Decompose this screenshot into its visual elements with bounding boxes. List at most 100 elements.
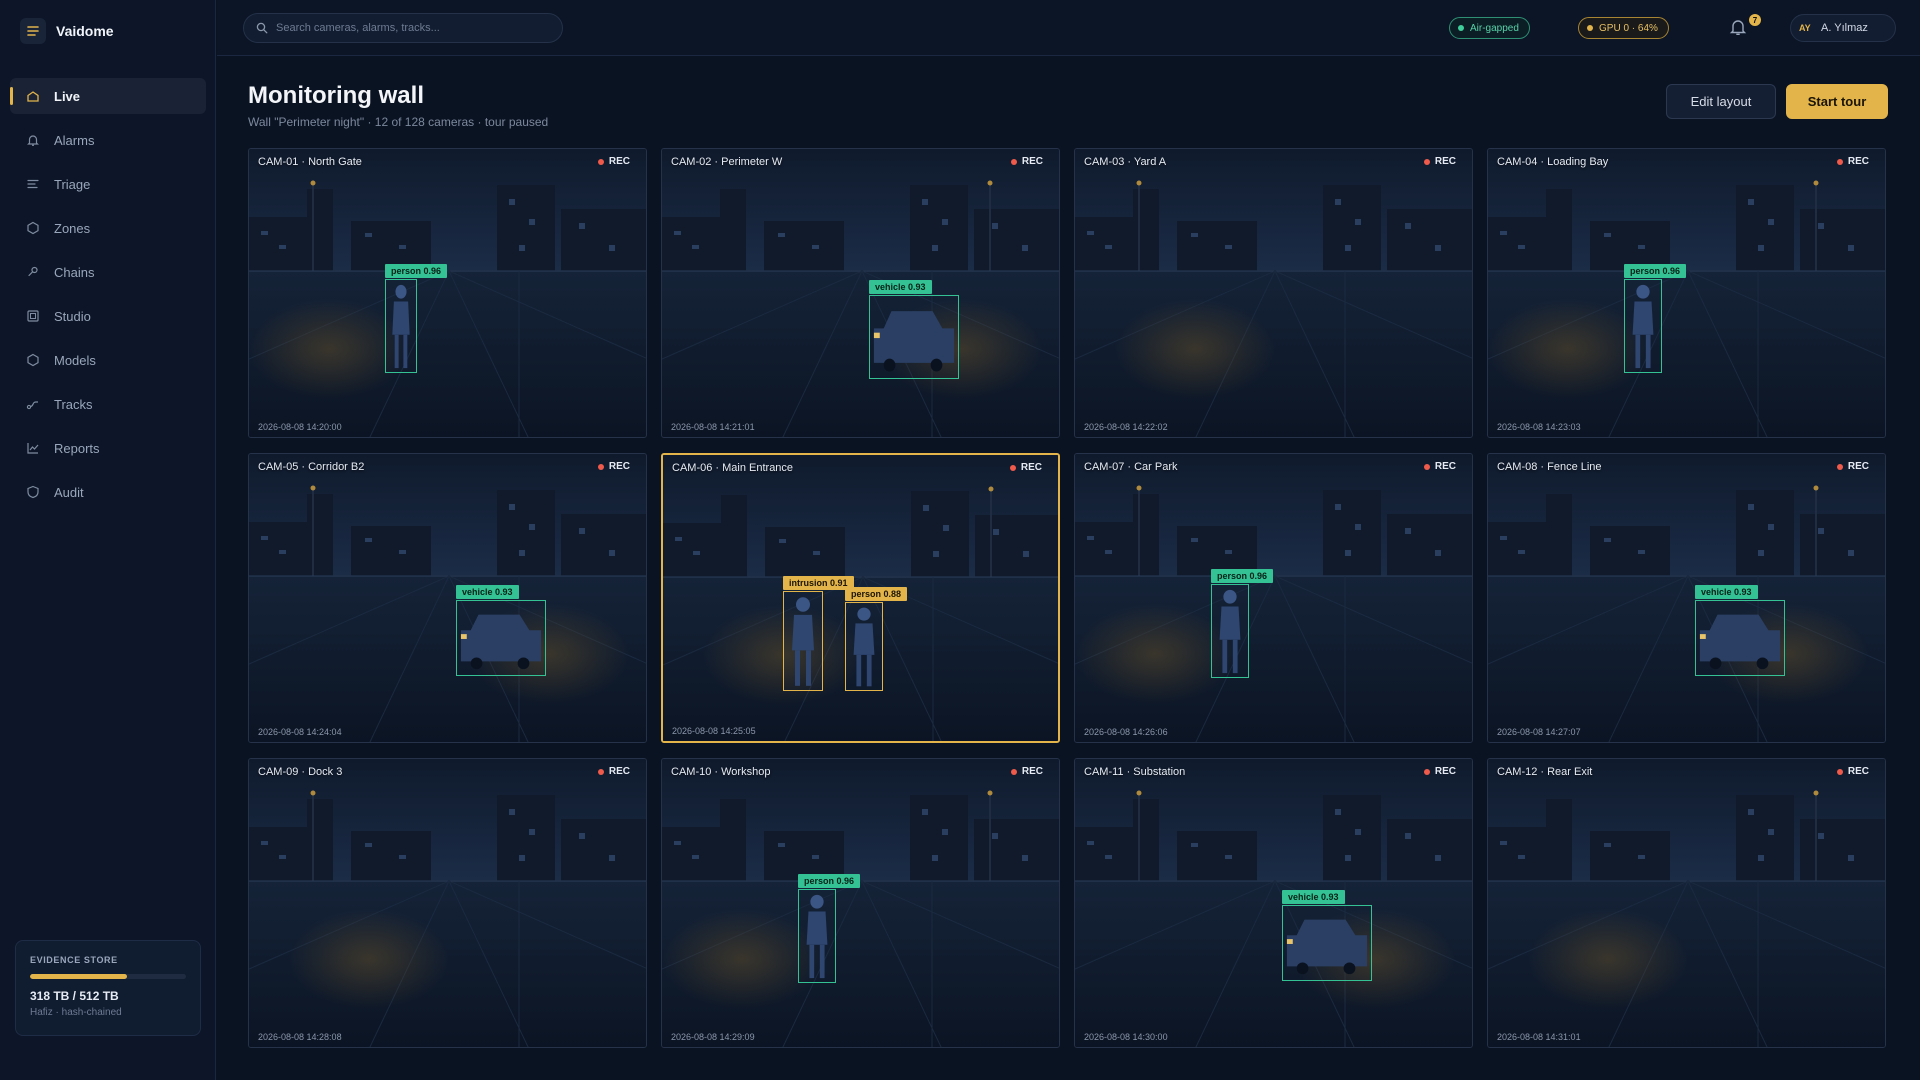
brand: Vaidome <box>20 18 114 44</box>
page-subtitle: Wall "Perimeter night" · 12 of 128 camer… <box>248 115 549 129</box>
person-detection-box[interactable]: intrusion 0.91 <box>783 576 854 691</box>
vehicle-detection-box[interactable]: vehicle 0.93 <box>1695 585 1785 676</box>
sidebar-item-models[interactable]: Models <box>10 342 206 378</box>
camera-tile[interactable]: CAM-11 · Substation REC 2026-08-08 14:30… <box>1074 758 1473 1048</box>
camera-tile[interactable]: CAM-12 · Rear Exit REC 2026-08-08 14:31:… <box>1487 758 1886 1048</box>
person-detection-box[interactable]: person 0.88 <box>845 587 908 691</box>
vehicle-detection-box[interactable]: vehicle 0.93 <box>1282 890 1372 981</box>
person-detection-box[interactable]: person 0.96 <box>1624 264 1687 373</box>
camera-label: CAM-05 · Corridor B2 <box>258 461 365 473</box>
camera-tile[interactable]: CAM-06 · Main Entrance REC 2026-08-08 14… <box>661 453 1060 743</box>
person-silhouette <box>1219 589 1241 674</box>
camera-timestamp: 2026-08-08 14:25:05 <box>672 726 756 736</box>
camera-tile[interactable]: CAM-01 · North Gate REC 2026-08-08 14:20… <box>248 148 647 438</box>
notifications-bell-icon[interactable] <box>1728 17 1748 37</box>
rec-dot <box>1010 158 1017 165</box>
app-name: Vaidome <box>56 23 114 39</box>
hexagon-icon <box>27 221 39 235</box>
camera-tile[interactable]: CAM-10 · Workshop REC 2026-08-08 14:29:0… <box>661 758 1060 1048</box>
air-gapped-badge: Air-gapped <box>1449 17 1530 39</box>
sidebar-item-tracks[interactable]: Tracks <box>10 386 206 422</box>
sidebar-item-audit[interactable]: Audit <box>10 474 206 510</box>
evidence-size: 318 TB / 512 TB <box>30 989 119 1003</box>
detection-tag: vehicle 0.93 <box>1695 585 1758 599</box>
camera-tile[interactable]: CAM-04 · Loading Bay REC 2026-08-08 14:2… <box>1487 148 1886 438</box>
rec-label: REC <box>608 156 630 167</box>
rec-label: REC <box>1434 156 1456 167</box>
vehicle-silhouette <box>460 614 542 670</box>
camera-feed <box>249 149 646 437</box>
sidebar-item-live[interactable]: Live <box>10 78 206 114</box>
sidebar-item-chains[interactable]: Chains <box>10 254 206 290</box>
evidence-title: EVIDENCE STORE <box>30 955 118 965</box>
camera-label: CAM-12 · Rear Exit <box>1497 766 1593 778</box>
sidebar-item-zones[interactable]: Zones <box>10 210 206 246</box>
camera-tile[interactable]: CAM-09 · Dock 3 REC 2026-08-08 14:28:08 <box>248 758 647 1048</box>
studio-icon <box>27 310 39 322</box>
search-box[interactable] <box>243 13 563 43</box>
detection-tag: vehicle 0.93 <box>1282 890 1345 904</box>
person-silhouette <box>1632 284 1654 369</box>
rec-label: REC <box>1021 156 1043 167</box>
rec-label: REC <box>608 766 630 777</box>
sidebar-item-alarms[interactable]: Alarms <box>10 122 206 158</box>
camera-label: CAM-11 · Substation <box>1084 766 1186 778</box>
rec-dot <box>1423 158 1430 165</box>
page-title: Monitoring wall <box>248 82 424 109</box>
search-input[interactable] <box>276 22 546 34</box>
camera-feed <box>1075 454 1472 742</box>
vehicle-silhouette <box>873 311 955 372</box>
camera-feed <box>249 454 646 742</box>
camera-label: CAM-09 · Dock 3 <box>258 766 343 778</box>
sidebar-item-label: Zones <box>54 220 91 236</box>
camera-label: CAM-10 · Workshop <box>671 766 771 778</box>
camera-timestamp: 2026-08-08 14:27:07 <box>1497 727 1581 737</box>
camera-tile[interactable]: CAM-08 · Fence Line REC 2026-08-08 14:27… <box>1487 453 1886 743</box>
person-detection-box[interactable]: person 0.96 <box>1211 569 1274 678</box>
person-detection-box[interactable]: person 0.96 <box>385 264 448 373</box>
sidebar-item-label: Triage <box>54 176 91 192</box>
camera-grid: CAM-01 · North Gate REC 2026-08-08 14:20… <box>248 148 1888 1048</box>
rec-label: REC <box>1434 461 1456 472</box>
rec-dot <box>1010 768 1017 775</box>
camera-label: CAM-02 · Perimeter W <box>671 156 783 168</box>
camera-timestamp: 2026-08-08 14:21:01 <box>671 422 755 432</box>
sidebar-item-label: Studio <box>54 308 91 324</box>
vehicle-silhouette <box>1286 919 1368 975</box>
rec-indicator: REC <box>1836 766 1869 777</box>
vehicle-detection-box[interactable]: vehicle 0.93 <box>869 280 959 379</box>
rec-label: REC <box>1847 461 1869 472</box>
air-gapped-label: Air-gapped <box>1470 22 1519 34</box>
home-icon <box>27 91 39 102</box>
user-menu[interactable]: AY A. Yılmaz <box>1790 14 1896 42</box>
camera-tile[interactable]: CAM-03 · Yard A REC 2026-08-08 14:22:02 <box>1074 148 1473 438</box>
rec-label: REC <box>1021 766 1043 777</box>
edit-layout-button[interactable]: Edit layout <box>1666 84 1776 119</box>
vehicle-detection-box[interactable]: vehicle 0.93 <box>456 585 546 676</box>
camera-label: CAM-03 · Yard A <box>1084 156 1167 168</box>
chart-icon <box>27 443 39 454</box>
menu-icon[interactable] <box>20 18 46 44</box>
sidebar-item-label: Models <box>54 352 96 368</box>
camera-tile[interactable]: CAM-07 · Car Park REC 2026-08-08 14:26:0… <box>1074 453 1473 743</box>
sidebar-item-reports[interactable]: Reports <box>10 430 206 466</box>
sidebar-item-label: Tracks <box>54 396 93 412</box>
person-detection-box[interactable]: person 0.96 <box>798 874 861 983</box>
camera-label: CAM-06 · Main Entrance <box>672 462 794 474</box>
detection-tag: vehicle 0.93 <box>456 585 519 599</box>
camera-tile[interactable]: CAM-05 · Corridor B2 REC 2026-08-08 14:2… <box>248 453 647 743</box>
rec-indicator: REC <box>597 766 630 777</box>
topbar: Air-gapped GPU 0 · 64% 7 AY A. Yılmaz <box>217 0 1920 56</box>
camera-label: CAM-07 · Car Park <box>1084 461 1178 473</box>
camera-tile[interactable]: CAM-02 · Perimeter W REC 2026-08-08 14:2… <box>661 148 1060 438</box>
camera-timestamp: 2026-08-08 14:31:01 <box>1497 1032 1581 1042</box>
rec-dot <box>597 768 604 775</box>
evidence-store-card: EVIDENCE STORE 318 TB / 512 TB Hafiz · h… <box>15 940 201 1036</box>
detection-tag: person 0.96 <box>798 874 861 888</box>
camera-timestamp: 2026-08-08 14:30:00 <box>1084 1032 1168 1042</box>
sidebar-item-studio[interactable]: Studio <box>10 298 206 334</box>
start-tour-button[interactable]: Start tour <box>1786 84 1888 119</box>
camera-feed <box>662 759 1059 1047</box>
camera-timestamp: 2026-08-08 14:29:09 <box>671 1032 755 1042</box>
sidebar-item-triage[interactable]: Triage <box>10 166 206 202</box>
